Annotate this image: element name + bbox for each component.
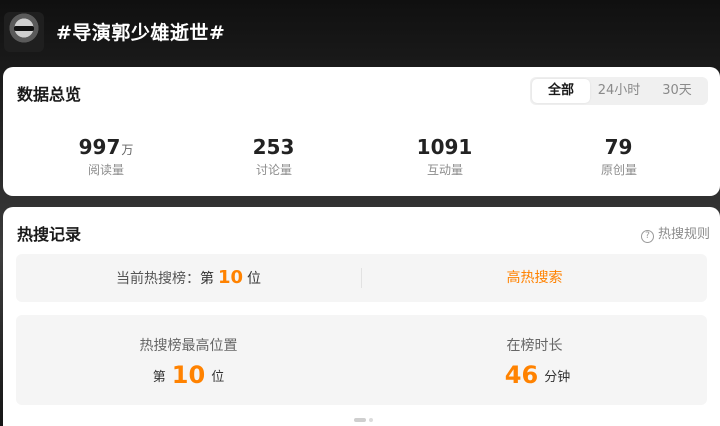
duration-value: 46: [504, 361, 539, 389]
stat-value: 997: [78, 135, 121, 159]
pager-dot-active[interactable]: [354, 418, 366, 422]
highest-rank-value: 10: [171, 361, 206, 389]
topic-title: #导演郭少雄逝世#: [56, 22, 226, 44]
stat-value: 1091: [416, 135, 473, 159]
highest-rank-post: 位: [211, 370, 225, 385]
tab-all[interactable]: 全部: [532, 79, 590, 103]
pager-dot[interactable]: [369, 418, 373, 422]
current-rank-pre: 第: [199, 271, 214, 287]
current-rank-value: 10: [217, 267, 244, 288]
stat-discussions: 253 讨论量: [189, 135, 359, 178]
hot-search-card: 热搜记录 ? 热搜规则 当前热搜榜：第 10 位 高热搜索 热搜榜最高位置 第 10 位 …: [3, 207, 720, 426]
rank-stats-panel: 热搜榜最高位置 第 10 位 在榜时长 46 分钟: [16, 315, 707, 405]
on-list-duration: 在榜时长 46 分钟: [362, 315, 707, 405]
stat-originals: 79 原创量: [534, 135, 704, 178]
hot-tag-label: 高热搜索: [506, 270, 563, 286]
hot-search-rules-link[interactable]: ? 热搜规则: [640, 223, 710, 243]
duration-label: 在榜时长: [506, 338, 563, 354]
hot-search-title: 热搜记录: [17, 225, 82, 244]
stat-value: 79: [604, 135, 633, 159]
current-rank-post: 位: [247, 271, 262, 287]
stat-label: 讨论量: [255, 163, 292, 177]
overview-title: 数据总览: [17, 85, 82, 104]
stat-value: 253: [252, 135, 295, 159]
stat-unit: 万: [121, 143, 134, 157]
stats-row: 997万 阅读量 253 讨论量 1091 互动量 79 原创量: [3, 135, 720, 185]
current-rank: 当前热搜榜：第 10 位: [16, 254, 361, 302]
avatar[interactable]: [4, 12, 44, 52]
highest-rank-label: 热搜榜最高位置: [139, 338, 238, 354]
stat-interactions: 1091 互动量: [360, 135, 530, 178]
time-range-tabs: 全部 24小时 30天: [530, 77, 708, 105]
current-rank-prefix: 当前热搜榜：: [115, 271, 200, 287]
highest-rank: 热搜榜最高位置 第 10 位: [16, 315, 361, 405]
tab-24h[interactable]: 24小时: [590, 79, 648, 103]
stat-reads: 997万 阅读量: [21, 135, 191, 178]
stat-label: 原创量: [600, 163, 637, 177]
stat-label: 阅读量: [87, 163, 124, 177]
topic-header: #导演郭少雄逝世#: [0, 0, 720, 64]
duration-unit: 分钟: [544, 370, 571, 385]
pager-dots: [354, 407, 376, 426]
tab-30d[interactable]: 30天: [648, 79, 706, 103]
stat-label: 互动量: [426, 163, 463, 177]
overview-card: 数据总览 全部 24小时 30天 997万 阅读量 253 讨论量 1091 互…: [3, 67, 720, 196]
highest-rank-pre: 第: [152, 370, 166, 385]
rules-label: 热搜规则: [657, 227, 710, 242]
current-rank-panel: 当前热搜榜：第 10 位 高热搜索: [16, 254, 707, 302]
question-circle-icon: ?: [640, 230, 654, 243]
